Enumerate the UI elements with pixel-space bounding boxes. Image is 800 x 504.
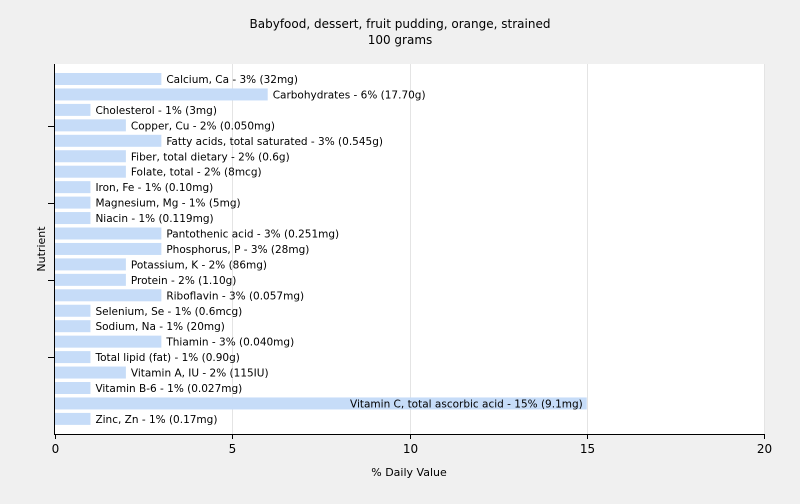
bar	[55, 320, 91, 333]
bar-label: Protein - 2% (1.10g)	[131, 275, 237, 287]
bar	[55, 165, 126, 178]
bar-label: Pantothenic acid - 3% (0.251mg)	[166, 229, 339, 241]
bar-label: Zinc, Zn - 1% (0.17mg)	[95, 414, 217, 426]
bar-label: Phosphorus, P - 3% (28mg)	[166, 244, 309, 256]
bar	[55, 258, 126, 271]
chart-container: Calcium, Ca - 3% (32mg) Carbohydrates - 6…	[0, 0, 800, 500]
bar	[55, 351, 91, 364]
y-ticks	[48, 126, 55, 358]
x-ticks: 0 5 10 15 20	[52, 434, 772, 456]
bar	[55, 335, 162, 348]
bar-label: Sodium, Na - 1% (20mg)	[95, 321, 224, 333]
bar	[55, 196, 91, 209]
bar-label: Thiamin - 3% (0.040mg)	[165, 337, 294, 349]
bar-label: Magnesium, Mg - 1% (5mg)	[95, 198, 240, 210]
bar	[55, 304, 91, 317]
bar-label: Calcium, Ca - 3% (32mg)	[166, 74, 298, 86]
bar	[55, 150, 126, 163]
bar	[55, 88, 268, 101]
bar-label: Riboflavin - 3% (0.057mg)	[166, 290, 304, 302]
bar-label: Total lipid (fat) - 1% (0.90g)	[94, 352, 239, 364]
bar	[55, 242, 162, 255]
bar-chart: Calcium, Ca - 3% (32mg) Carbohydrates - 6…	[35, 17, 772, 479]
bar-label: Selenium, Se - 1% (0.6mcg)	[95, 306, 242, 318]
bar	[55, 212, 91, 225]
bar	[55, 273, 126, 286]
bar	[55, 73, 162, 85]
bar-label: Copper, Cu - 2% (0.050mg)	[131, 120, 275, 132]
y-axis-label: Nutrient	[35, 226, 48, 272]
chart-title: Babyfood, dessert, fruit pudding, orange…	[250, 17, 551, 31]
x-axis-label: % Daily Value	[371, 466, 447, 479]
bar-label: Vitamin C, total ascorbic acid - 15% (9.…	[350, 398, 583, 410]
bar-label: Vitamin B-6 - 1% (0.027mg)	[95, 383, 242, 395]
bar	[55, 412, 91, 425]
bar	[55, 289, 162, 302]
bar	[55, 119, 126, 132]
bar-label: Iron, Fe - 1% (0.10mg)	[95, 182, 213, 194]
x-tick-label: 20	[757, 442, 772, 456]
bar	[55, 181, 91, 194]
x-tick-label: 5	[229, 442, 237, 456]
bar-label: Fatty acids, total saturated - 3% (0.545…	[166, 136, 383, 148]
bar-label: Niacin - 1% (0.119mg)	[95, 213, 213, 225]
bar-label: Cholesterol - 1% (3mg)	[95, 105, 217, 117]
bar-label: Carbohydrates - 6% (17.70g)	[273, 89, 426, 101]
bar-label: Folate, total - 2% (8mcg)	[131, 167, 262, 179]
x-tick-label: 15	[580, 442, 595, 456]
bar	[55, 134, 162, 147]
bar-label: Fiber, total dietary - 2% (0.6g)	[131, 151, 290, 163]
bar	[55, 382, 91, 394]
bar	[55, 366, 126, 379]
bar-label: Potassium, K - 2% (86mg)	[131, 259, 267, 271]
x-tick-label: 10	[403, 442, 418, 456]
x-tick-label: 0	[52, 442, 60, 456]
bar-label: Vitamin A, IU - 2% (115IU)	[131, 368, 269, 380]
bar	[55, 227, 162, 240]
chart-subtitle: 100 grams	[368, 33, 433, 47]
bar	[55, 103, 91, 116]
